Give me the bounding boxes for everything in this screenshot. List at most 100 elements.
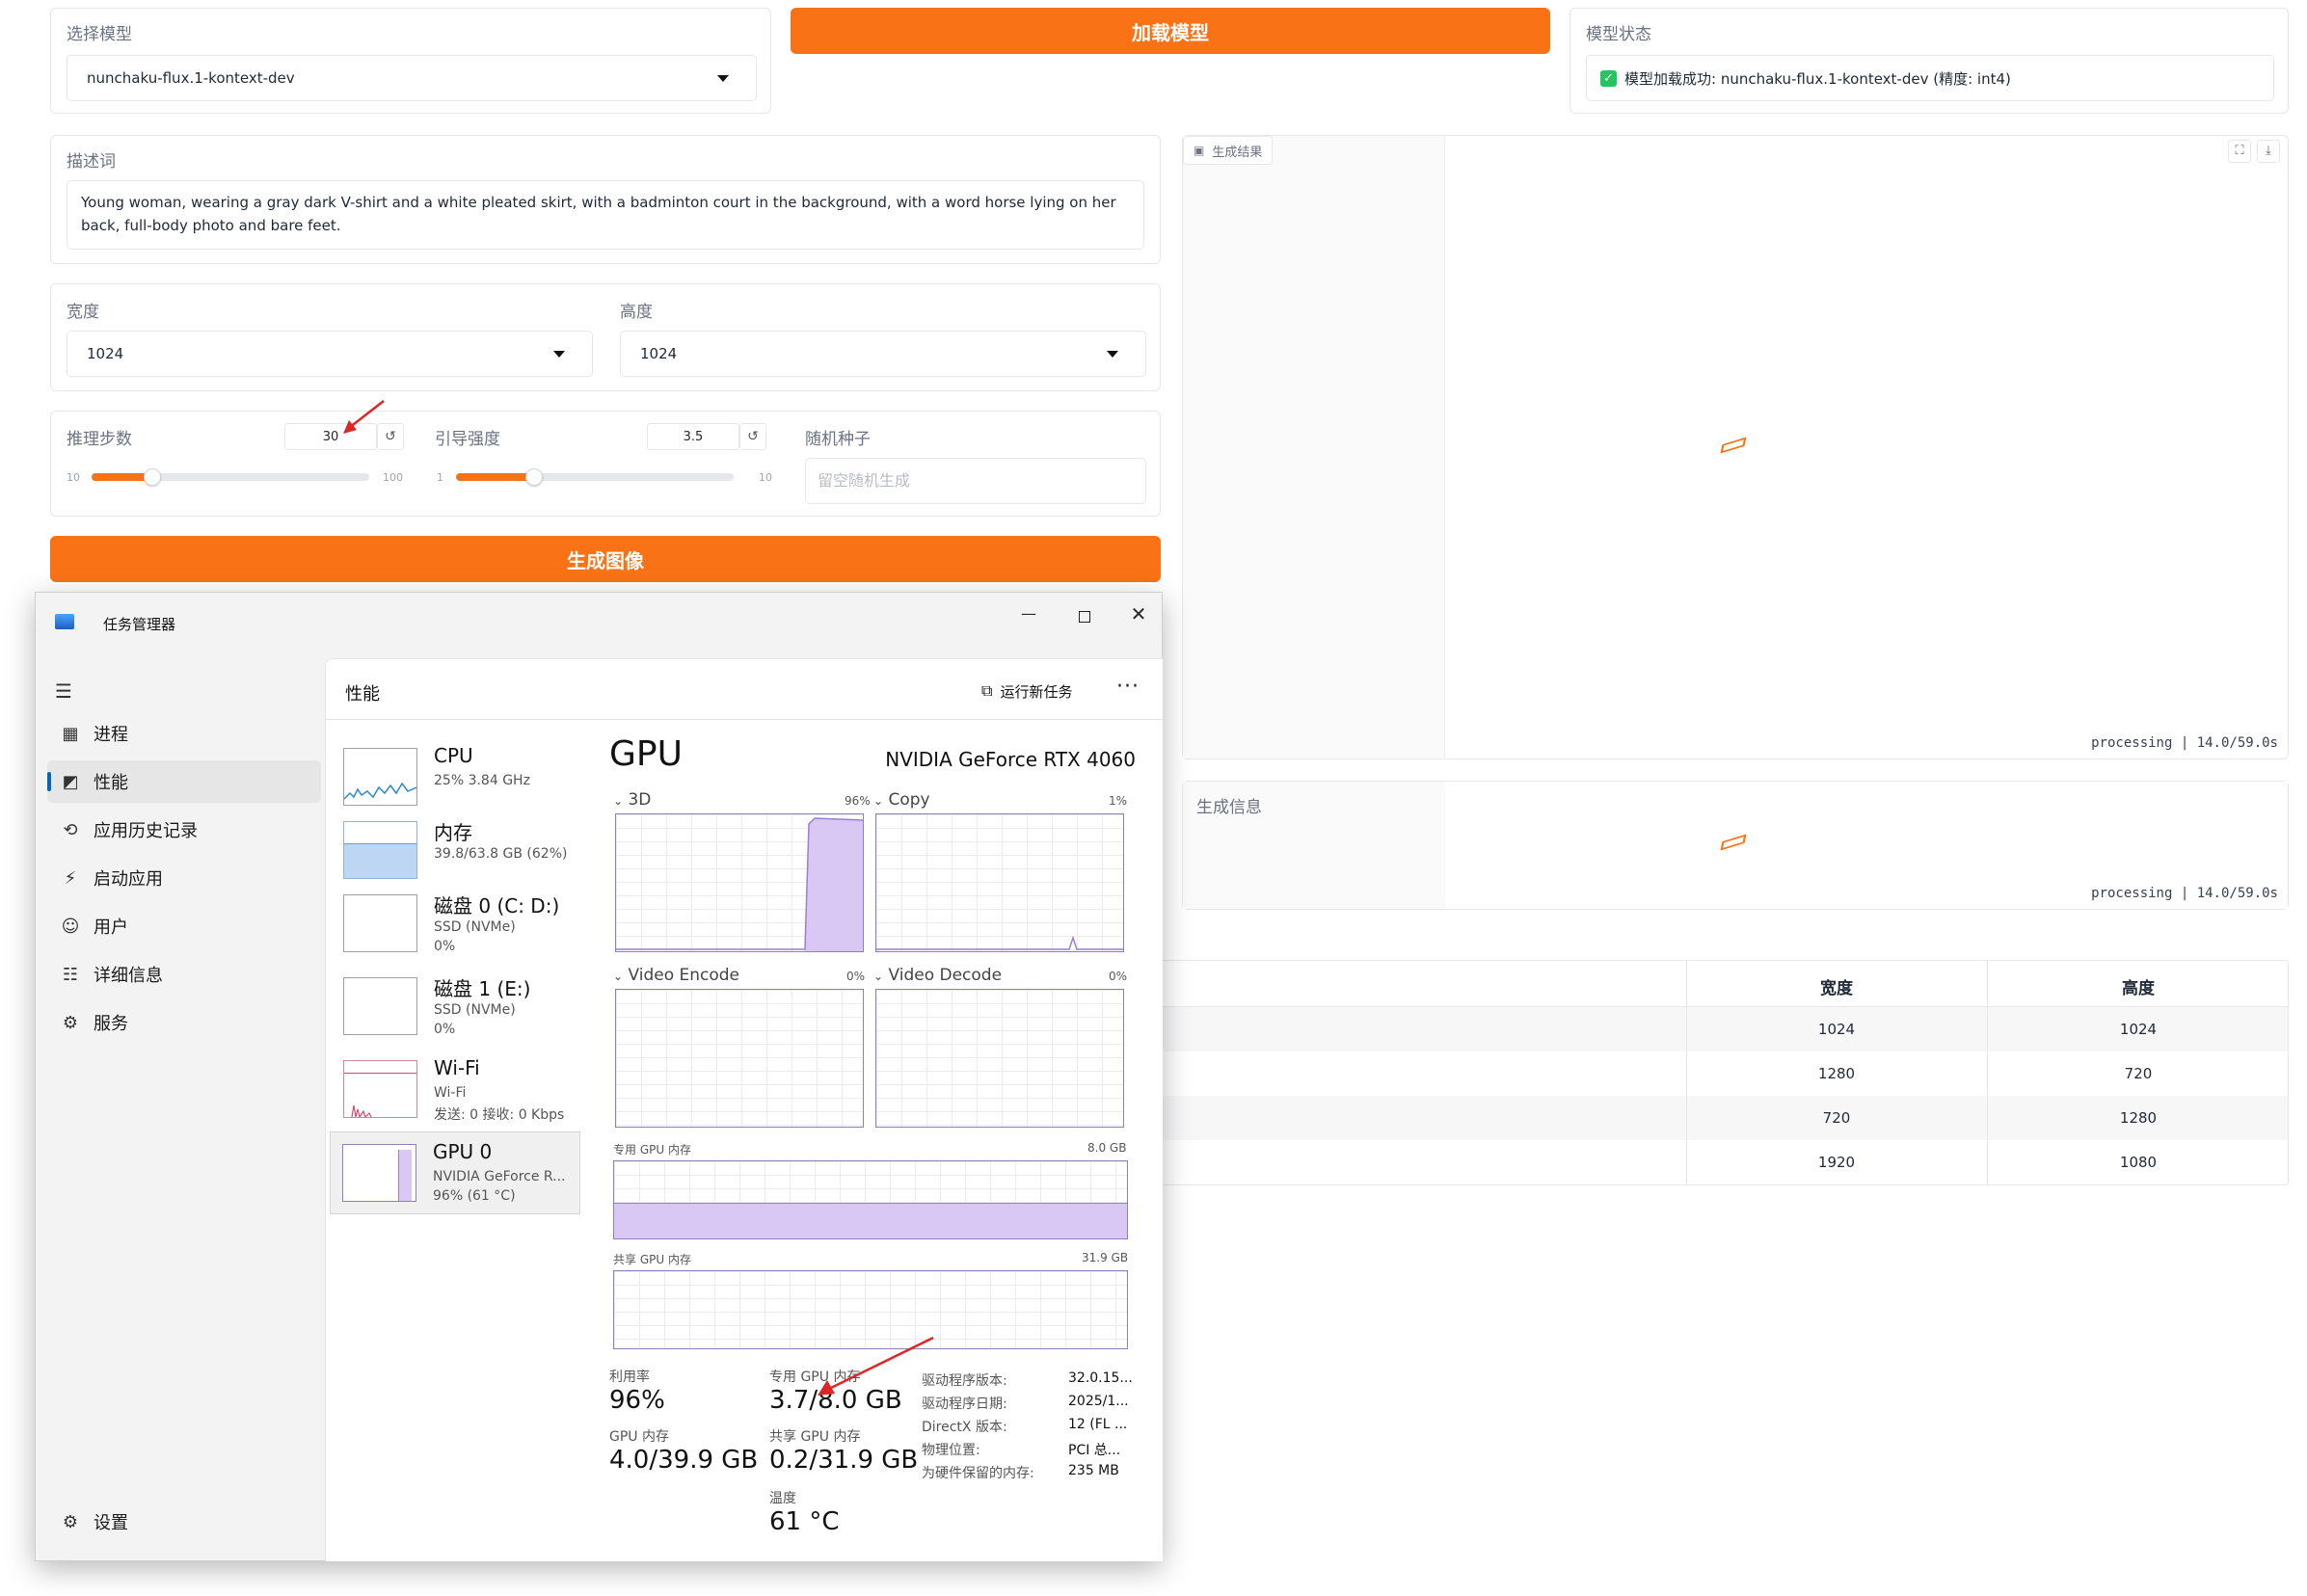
table-header-width[interactable]: 宽度 <box>1686 974 1987 998</box>
chevron-down-icon <box>553 351 565 358</box>
guidance-input[interactable]: 3.5 <box>647 423 739 450</box>
checkbox-checked-icon: ✓ <box>1600 69 1617 87</box>
seed-input[interactable]: 留空随机生成 <box>805 458 1146 504</box>
nav-processes[interactable]: ▦ 进程 <box>47 712 321 755</box>
annotation-arrow-icon <box>818 1336 934 1396</box>
generate-button[interactable]: 生成图像 <box>50 536 1161 582</box>
chevron-down-icon[interactable]: ⌄ <box>613 970 623 983</box>
model-status-panel: 模型状态 ✓ 模型加载成功: nunchaku-flux.1-kontext-d… <box>1569 8 2289 114</box>
temp-value: 61 °C <box>769 1507 840 1536</box>
chevron-down-icon[interactable]: ⌄ <box>613 794 623 808</box>
gpu-thumbnail <box>342 1144 416 1202</box>
nav-active-indicator <box>47 772 51 791</box>
model-select-label: 选择模型 <box>67 25 132 44</box>
nav-app-history[interactable]: ⟲ 应用历史记录 <box>47 809 321 851</box>
util-value: 96% <box>609 1386 665 1415</box>
shared-stat-label: 共享 GPU 内存 <box>769 1429 861 1445</box>
close-button[interactable]: ✕ <box>1119 600 1158 629</box>
device-name: GPU 0 <box>433 1140 493 1163</box>
device-detail: Wi-Fi <box>434 1085 467 1101</box>
prompt-textarea[interactable]: Young woman, wearing a gray dark V-shirt… <box>67 180 1144 250</box>
steps-slider-thumb[interactable] <box>144 468 162 486</box>
disk1-thumbnail <box>343 977 417 1035</box>
device-gpu0[interactable]: GPU 0 NVIDIA GeForce R... 96% (61 °C) <box>330 1131 580 1214</box>
device-name: CPU <box>434 744 473 767</box>
memory-thumbnail <box>343 821 417 879</box>
guidance-reset-icon[interactable]: ↺ <box>739 423 766 450</box>
loading-spinner-icon <box>1720 437 1747 454</box>
device-disk0[interactable]: 磁盘 0 (C: D:) SSD (NVMe) 0% <box>332 883 573 966</box>
graph-decode-title: Video Decode <box>888 966 1003 985</box>
maximize-button[interactable] <box>1065 602 1104 631</box>
steps-slider[interactable] <box>92 468 369 486</box>
nav-performance[interactable]: ◩ 性能 <box>47 760 321 803</box>
guidance-slider-thumb[interactable] <box>524 468 543 486</box>
load-model-button[interactable]: 加载模型 <box>791 8 1550 54</box>
util-label: 利用率 <box>609 1370 650 1385</box>
device-wifi[interactable]: Wi-Fi Wi-Fi 发送: 0 接收: 0 Kbps <box>332 1049 573 1131</box>
device-memory[interactable]: 内存 39.8/63.8 GB (62%) <box>332 810 573 892</box>
hamburger-menu-icon[interactable]: ☰ <box>55 679 72 703</box>
section-title: 性能 <box>345 684 380 705</box>
shared-stat-value: 0.2/31.9 GB <box>769 1446 919 1475</box>
table-header-height[interactable]: 高度 <box>1987 974 2288 998</box>
wifi-thumbnail <box>343 1060 417 1118</box>
device-detail: SSD (NVMe) <box>434 919 516 935</box>
graph-encode-label: ⌄ Video Encode <box>613 966 739 985</box>
task-manager-window: 任务管理器 — ✕ ☰ ▦ 进程 ◩ 性能 ⟲ 应用历史记录 ⚡ 启动应用 ☺ 用户 ☷ 详… <box>35 592 1163 1561</box>
height-dropdown[interactable]: 1024 <box>620 331 1146 377</box>
run-new-task-label: 运行新任务 <box>1000 682 1073 701</box>
model-dropdown[interactable]: nunchaku-flux.1-kontext-dev <box>67 55 757 101</box>
shared-mem-label: 共享 GPU 内存 <box>613 1253 691 1266</box>
annotation-arrow-icon <box>343 400 385 434</box>
services-icon: ⚙ <box>62 1012 79 1033</box>
users-icon: ☺ <box>61 916 80 937</box>
graph-copy-title: Copy <box>888 790 930 810</box>
fullscreen-icon[interactable]: ⛶ <box>2228 140 2251 163</box>
height-label: 高度 <box>620 303 653 322</box>
device-disk1[interactable]: 磁盘 1 (E:) SSD (NVMe) 0% <box>332 966 573 1049</box>
width-dropdown[interactable]: 1024 <box>67 331 593 377</box>
more-options-icon[interactable]: ··· <box>1116 675 1140 699</box>
directx-value: 12 (FL ... <box>1068 1417 1128 1432</box>
startup-icon: ⚡ <box>64 867 77 889</box>
gen-info-label: 生成信息 <box>1196 798 1262 817</box>
table-cell: 720 <box>1822 1109 1851 1127</box>
nav-users-label: 用户 <box>94 918 128 938</box>
table-cell: 1024 <box>1817 1021 1856 1038</box>
directx-label: DirectX 版本: <box>922 1420 1007 1435</box>
chevron-down-icon[interactable]: ⌄ <box>873 970 883 983</box>
task-manager-logo-icon <box>55 614 74 629</box>
nav-settings[interactable]: ⚙ 设置 <box>47 1501 321 1543</box>
steps-label: 推理步数 <box>67 430 132 449</box>
steps-min: 10 <box>67 471 80 484</box>
download-icon[interactable]: ⤓ <box>2257 140 2280 163</box>
nav-startup[interactable]: ⚡ 启动应用 <box>47 857 321 899</box>
guidance-min: 1 <box>437 471 443 484</box>
history-icon: ⟲ <box>63 819 78 840</box>
minimize-button[interactable]: — <box>1009 602 1048 631</box>
guidance-max: 10 <box>759 471 772 484</box>
cpu-thumbnail <box>343 748 417 806</box>
nav-users[interactable]: ☺ 用户 <box>47 905 321 947</box>
size-table: 宽度 高度 1024 1024 1280 720 720 1280 1920 1… <box>964 960 2289 1185</box>
run-task-icon: ⧉ <box>981 681 993 700</box>
graph-3d-pct: 96% <box>845 794 871 808</box>
nav-details[interactable]: ☷ 详细信息 <box>47 953 321 996</box>
gen-info-status: processing | 14.0/59.0s <box>2091 886 2278 901</box>
reserved-mem-label: 为硬件保留的内存: <box>922 1466 1034 1481</box>
size-panel: 宽度 1024 高度 1024 <box>50 283 1161 391</box>
guidance-slider[interactable] <box>456 468 734 486</box>
result-tag: ▣ 生成结果 <box>1183 136 1274 165</box>
chevron-down-icon <box>717 75 729 82</box>
graph-encode-title: Video Encode <box>628 966 740 985</box>
header-divider <box>326 719 1163 720</box>
run-new-task-button[interactable]: ⧉ 运行新任务 <box>981 677 1072 705</box>
nav-settings-label: 设置 <box>94 1513 128 1533</box>
device-cpu[interactable]: CPU 25% 3.84 GHz <box>332 736 573 819</box>
steps-max: 100 <box>383 471 403 484</box>
chevron-down-icon[interactable]: ⌄ <box>873 794 883 808</box>
table-cell: 1280 <box>2119 1109 2158 1127</box>
nav-services[interactable]: ⚙ 服务 <box>47 1001 321 1044</box>
device-name: 磁盘 0 (C: D:) <box>434 894 560 918</box>
